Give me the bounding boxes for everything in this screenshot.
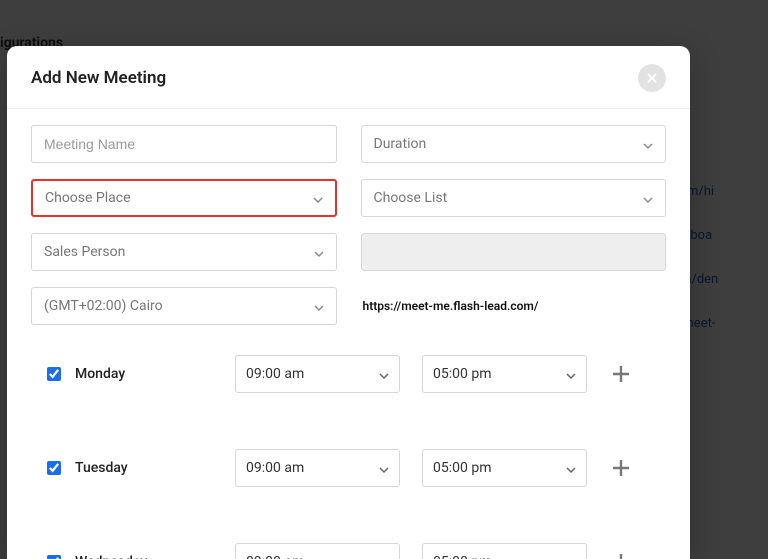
chevron-down-icon <box>643 139 653 149</box>
modal-header: Add New Meeting <box>7 46 690 109</box>
plus-icon <box>611 364 631 384</box>
duration-placeholder: Duration <box>374 136 427 152</box>
disabled-field <box>361 233 667 271</box>
start-time-select[interactable]: 09:00 am <box>235 543 400 559</box>
end-time-select[interactable]: 05:00 pm <box>422 543 587 559</box>
chevron-down-icon <box>314 301 324 311</box>
chevron-down-icon <box>313 193 323 203</box>
duration-select[interactable]: Duration <box>361 125 667 163</box>
day-row-wednesday: Wednesday 09:00 am 05:00 pm <box>47 543 650 559</box>
choose-list-select[interactable]: Choose List <box>361 179 667 217</box>
end-time-value: 05:00 pm <box>433 460 491 476</box>
sales-person-select[interactable]: Sales Person <box>31 233 337 271</box>
close-button[interactable] <box>638 64 666 92</box>
chevron-down-icon <box>566 369 576 379</box>
day-checkbox[interactable] <box>47 461 61 475</box>
meeting-name-input[interactable] <box>44 136 324 152</box>
add-slot-button[interactable] <box>609 362 633 386</box>
chevron-down-icon <box>314 247 324 257</box>
sales-person-placeholder: Sales Person <box>44 244 125 260</box>
add-slot-button[interactable] <box>609 456 633 480</box>
day-label: Monday <box>75 366 235 382</box>
start-time-select[interactable]: 09:00 am <box>235 355 400 393</box>
chevron-down-icon <box>566 463 576 473</box>
end-time-value: 05:00 pm <box>433 554 491 559</box>
end-time-value: 05:00 pm <box>433 366 491 382</box>
end-time-select[interactable]: 05:00 pm <box>422 355 587 393</box>
choose-place-select[interactable]: Choose Place <box>31 179 337 217</box>
plus-icon <box>611 458 631 478</box>
day-row-tuesday: Tuesday 09:00 am 05:00 pm <box>47 449 650 487</box>
chevron-down-icon <box>379 369 389 379</box>
meet-url: https://meet-me.flash-lead.com/ <box>361 287 667 325</box>
add-slot-button[interactable] <box>609 550 633 559</box>
day-checkbox[interactable] <box>47 555 61 559</box>
day-label: Tuesday <box>75 460 235 476</box>
modal-title: Add New Meeting <box>31 68 166 88</box>
plus-icon <box>611 552 631 559</box>
end-time-select[interactable]: 05:00 pm <box>422 449 587 487</box>
form-grid: Duration Choose Place Choose List Sales … <box>31 125 666 325</box>
days-list: Monday 09:00 am 05:00 pm Tuesday 09:00 a… <box>31 349 666 559</box>
day-label: Wednesday <box>75 554 235 559</box>
chevron-down-icon <box>379 463 389 473</box>
day-checkbox[interactable] <box>47 367 61 381</box>
meeting-name-field[interactable] <box>31 125 337 163</box>
start-time-select[interactable]: 09:00 am <box>235 449 400 487</box>
chevron-down-icon <box>643 193 653 203</box>
timezone-value: (GMT+02:00) Cairo <box>44 298 163 314</box>
choose-place-placeholder: Choose Place <box>45 190 131 206</box>
modal-body: Duration Choose Place Choose List Sales … <box>7 109 690 559</box>
start-time-value: 09:00 am <box>246 366 304 382</box>
day-row-monday: Monday 09:00 am 05:00 pm <box>47 355 650 393</box>
timezone-select[interactable]: (GMT+02:00) Cairo <box>31 287 337 325</box>
close-icon <box>647 73 657 83</box>
start-time-value: 09:00 am <box>246 460 304 476</box>
add-meeting-modal: Add New Meeting Duration Choose Place <box>7 46 690 559</box>
choose-list-placeholder: Choose List <box>374 190 448 206</box>
start-time-value: 09:00 am <box>246 554 304 559</box>
